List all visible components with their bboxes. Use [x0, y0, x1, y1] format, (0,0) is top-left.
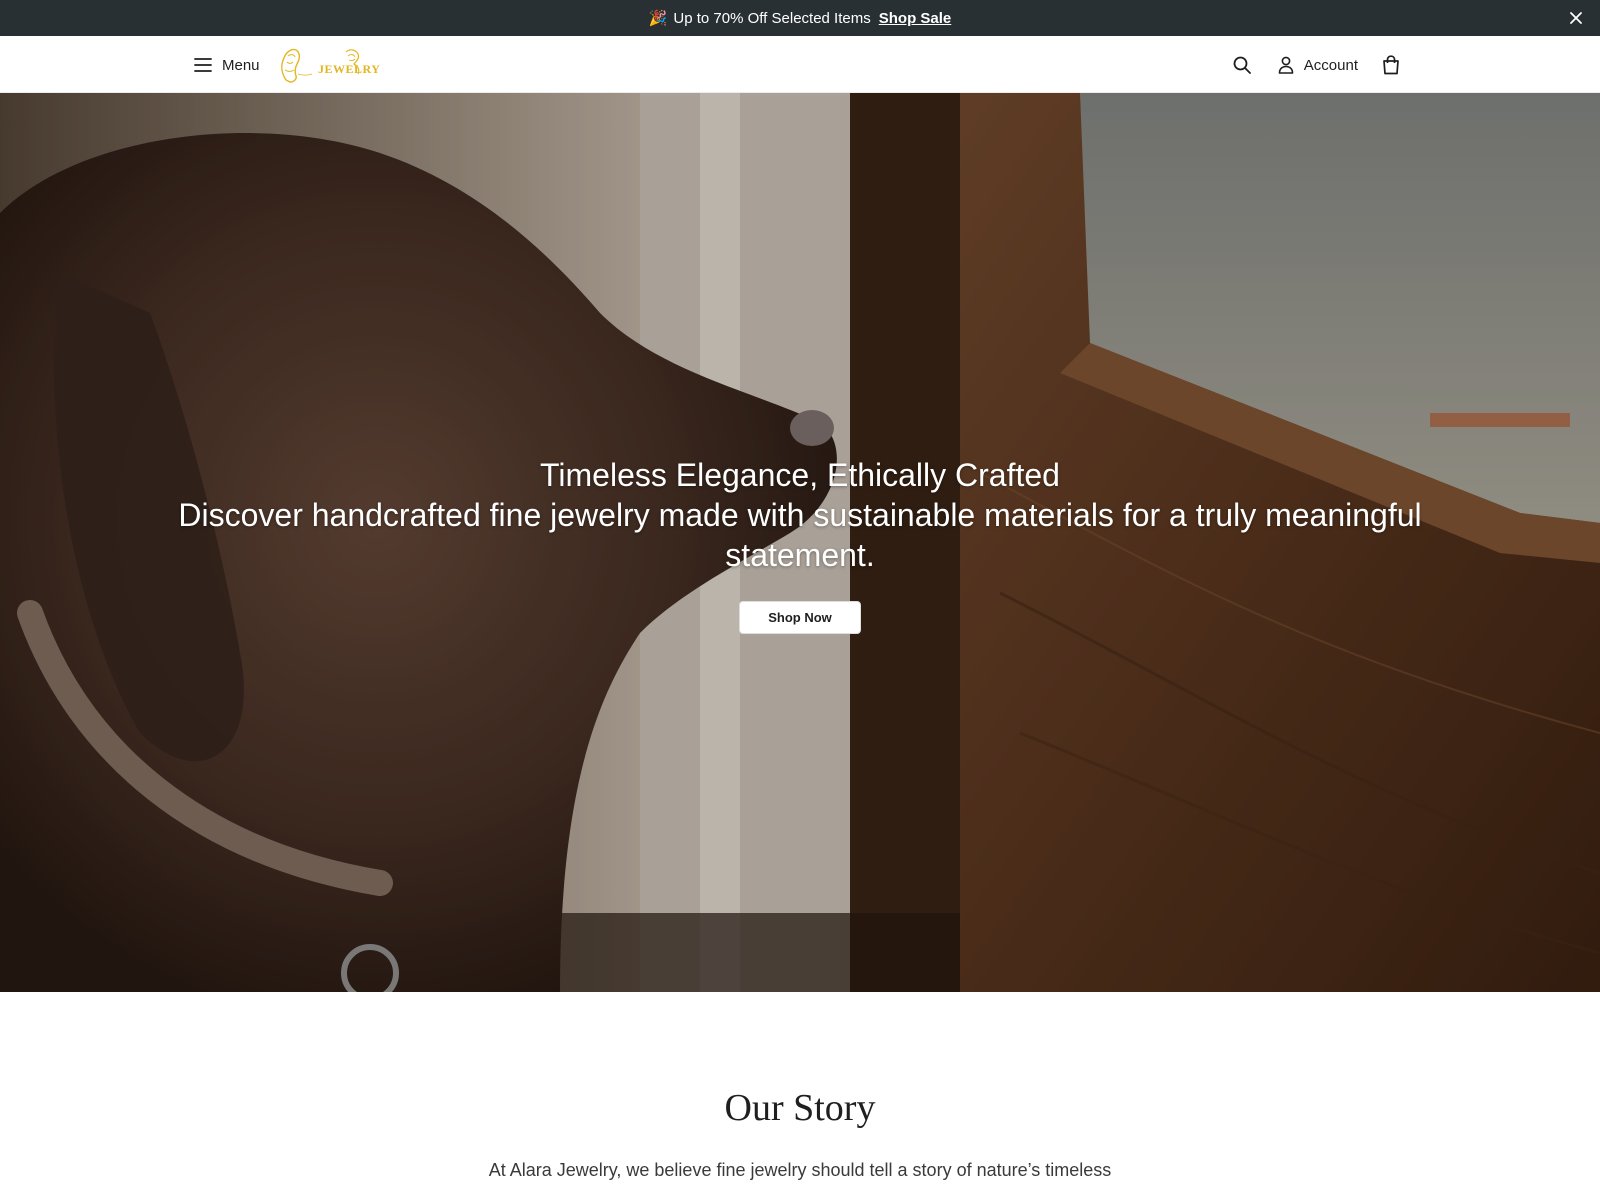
site-logo[interactable]: JEWELRY: [276, 44, 380, 86]
account-label: Account: [1303, 56, 1358, 74]
story-title: Our Story: [724, 1087, 876, 1129]
hamburger-icon: [194, 58, 212, 72]
menu-button[interactable]: Menu: [194, 52, 260, 78]
party-popper-icon: 🎉: [648, 10, 668, 27]
our-story-section: Our Story At Alara Jewelry, we believe f…: [0, 992, 1600, 1200]
shopping-bag-icon[interactable]: [1382, 55, 1400, 75]
hero-banner: Timeless Elegance, Ethically Crafted Dis…: [0, 93, 1600, 992]
hero-title: Timeless Elegance, Ethically Crafted: [540, 457, 1060, 493]
announcement-text: Up to 70% Off Selected Items: [673, 9, 871, 27]
shop-sale-link[interactable]: Shop Sale: [879, 10, 952, 27]
user-icon: [1278, 56, 1294, 74]
shop-now-button[interactable]: Shop Now: [739, 601, 861, 634]
announcement-bar: 🎉 Up to 70% Off Selected Items Shop Sale: [0, 0, 1600, 36]
story-body: At Alara Jewelry, we believe fine jewelr…: [488, 1160, 1112, 1180]
account-button[interactable]: Account: [1278, 56, 1358, 74]
header-actions: Account: [1232, 50, 1400, 80]
site-header: Menu JEWELRY Account: [0, 36, 1600, 93]
hero-subtitle: Discover handcrafted fine jewelry made w…: [178, 497, 1422, 573]
search-icon[interactable]: [1232, 55, 1252, 75]
menu-label: Menu: [222, 56, 260, 74]
close-icon[interactable]: [1566, 8, 1586, 28]
logo-text: JEWELRY: [318, 62, 381, 76]
hero-content: Timeless Elegance, Ethically Crafted Dis…: [0, 455, 1600, 634]
